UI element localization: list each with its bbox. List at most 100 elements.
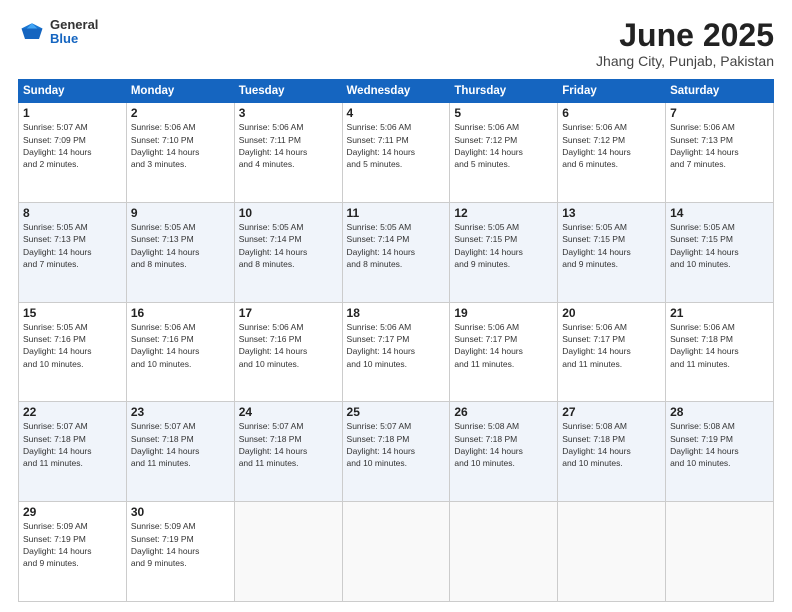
day-number: 16 [131, 306, 230, 320]
cell-28: 28 Sunrise: 5:08 AMSunset: 7:19 PMDaylig… [666, 402, 774, 502]
day-info: Sunrise: 5:08 AMSunset: 7:18 PMDaylight:… [454, 420, 553, 469]
header-row: Sunday Monday Tuesday Wednesday Thursday… [19, 80, 774, 103]
day-number: 11 [347, 206, 446, 220]
cell-7: 7 Sunrise: 5:06 AMSunset: 7:13 PMDayligh… [666, 103, 774, 203]
day-info: Sunrise: 5:07 AMSunset: 7:18 PMDaylight:… [347, 420, 446, 469]
table-row: 1 Sunrise: 5:07 AMSunset: 7:09 PMDayligh… [19, 103, 774, 203]
day-info: Sunrise: 5:07 AMSunset: 7:18 PMDaylight:… [131, 420, 230, 469]
day-number: 18 [347, 306, 446, 320]
day-number: 23 [131, 405, 230, 419]
cell-empty [342, 502, 450, 602]
cell-21: 21 Sunrise: 5:06 AMSunset: 7:18 PMDaylig… [666, 302, 774, 402]
col-thursday: Thursday [450, 80, 558, 103]
cell-20: 20 Sunrise: 5:06 AMSunset: 7:17 PMDaylig… [558, 302, 666, 402]
day-info: Sunrise: 5:06 AMSunset: 7:12 PMDaylight:… [562, 121, 661, 170]
cell-13: 13 Sunrise: 5:05 AMSunset: 7:15 PMDaylig… [558, 202, 666, 302]
day-info: Sunrise: 5:08 AMSunset: 7:19 PMDaylight:… [670, 420, 769, 469]
day-number: 4 [347, 106, 446, 120]
cell-11: 11 Sunrise: 5:05 AMSunset: 7:14 PMDaylig… [342, 202, 450, 302]
cell-4: 4 Sunrise: 5:06 AMSunset: 7:11 PMDayligh… [342, 103, 450, 203]
cell-empty [558, 502, 666, 602]
day-info: Sunrise: 5:06 AMSunset: 7:11 PMDaylight:… [239, 121, 338, 170]
cell-16: 16 Sunrise: 5:06 AMSunset: 7:16 PMDaylig… [126, 302, 234, 402]
day-number: 9 [131, 206, 230, 220]
logo-icon [18, 18, 46, 46]
cell-1: 1 Sunrise: 5:07 AMSunset: 7:09 PMDayligh… [19, 103, 127, 203]
day-number: 22 [23, 405, 122, 419]
day-number: 3 [239, 106, 338, 120]
day-info: Sunrise: 5:06 AMSunset: 7:17 PMDaylight:… [562, 321, 661, 370]
cell-9: 9 Sunrise: 5:05 AMSunset: 7:13 PMDayligh… [126, 202, 234, 302]
day-info: Sunrise: 5:06 AMSunset: 7:16 PMDaylight:… [239, 321, 338, 370]
cell-15: 15 Sunrise: 5:05 AMSunset: 7:16 PMDaylig… [19, 302, 127, 402]
day-number: 2 [131, 106, 230, 120]
month-title: June 2025 [596, 18, 774, 53]
day-info: Sunrise: 5:07 AMSunset: 7:09 PMDaylight:… [23, 121, 122, 170]
cell-25: 25 Sunrise: 5:07 AMSunset: 7:18 PMDaylig… [342, 402, 450, 502]
day-info: Sunrise: 5:05 AMSunset: 7:15 PMDaylight:… [670, 221, 769, 270]
day-number: 27 [562, 405, 661, 419]
cell-6: 6 Sunrise: 5:06 AMSunset: 7:12 PMDayligh… [558, 103, 666, 203]
day-info: Sunrise: 5:06 AMSunset: 7:17 PMDaylight:… [347, 321, 446, 370]
table-row: 29 Sunrise: 5:09 AMSunset: 7:19 PMDaylig… [19, 502, 774, 602]
day-number: 24 [239, 405, 338, 419]
logo: General Blue [18, 18, 98, 47]
day-number: 19 [454, 306, 553, 320]
col-friday: Friday [558, 80, 666, 103]
day-info: Sunrise: 5:09 AMSunset: 7:19 PMDaylight:… [131, 520, 230, 569]
day-info: Sunrise: 5:06 AMSunset: 7:18 PMDaylight:… [670, 321, 769, 370]
cell-8: 8 Sunrise: 5:05 AMSunset: 7:13 PMDayligh… [19, 202, 127, 302]
cell-22: 22 Sunrise: 5:07 AMSunset: 7:18 PMDaylig… [19, 402, 127, 502]
day-info: Sunrise: 5:06 AMSunset: 7:13 PMDaylight:… [670, 121, 769, 170]
cell-empty [450, 502, 558, 602]
cell-3: 3 Sunrise: 5:06 AMSunset: 7:11 PMDayligh… [234, 103, 342, 203]
cell-19: 19 Sunrise: 5:06 AMSunset: 7:17 PMDaylig… [450, 302, 558, 402]
day-number: 30 [131, 505, 230, 519]
header: General Blue June 2025 Jhang City, Punja… [18, 18, 774, 69]
day-info: Sunrise: 5:06 AMSunset: 7:10 PMDaylight:… [131, 121, 230, 170]
logo-blue-label: Blue [50, 32, 98, 46]
day-number: 6 [562, 106, 661, 120]
day-info: Sunrise: 5:06 AMSunset: 7:17 PMDaylight:… [454, 321, 553, 370]
day-info: Sunrise: 5:05 AMSunset: 7:14 PMDaylight:… [347, 221, 446, 270]
day-info: Sunrise: 5:09 AMSunset: 7:19 PMDaylight:… [23, 520, 122, 569]
day-number: 21 [670, 306, 769, 320]
day-number: 25 [347, 405, 446, 419]
col-saturday: Saturday [666, 80, 774, 103]
cell-10: 10 Sunrise: 5:05 AMSunset: 7:14 PMDaylig… [234, 202, 342, 302]
day-number: 17 [239, 306, 338, 320]
cell-23: 23 Sunrise: 5:07 AMSunset: 7:18 PMDaylig… [126, 402, 234, 502]
day-info: Sunrise: 5:05 AMSunset: 7:13 PMDaylight:… [23, 221, 122, 270]
day-info: Sunrise: 5:08 AMSunset: 7:18 PMDaylight:… [562, 420, 661, 469]
cell-5: 5 Sunrise: 5:06 AMSunset: 7:12 PMDayligh… [450, 103, 558, 203]
cell-27: 27 Sunrise: 5:08 AMSunset: 7:18 PMDaylig… [558, 402, 666, 502]
day-info: Sunrise: 5:07 AMSunset: 7:18 PMDaylight:… [239, 420, 338, 469]
cell-empty [666, 502, 774, 602]
day-number: 13 [562, 206, 661, 220]
day-number: 12 [454, 206, 553, 220]
calendar-table: Sunday Monday Tuesday Wednesday Thursday… [18, 79, 774, 602]
cell-2: 2 Sunrise: 5:06 AMSunset: 7:10 PMDayligh… [126, 103, 234, 203]
day-number: 5 [454, 106, 553, 120]
col-monday: Monday [126, 80, 234, 103]
title-block: June 2025 Jhang City, Punjab, Pakistan [596, 18, 774, 69]
day-info: Sunrise: 5:07 AMSunset: 7:18 PMDaylight:… [23, 420, 122, 469]
cell-24: 24 Sunrise: 5:07 AMSunset: 7:18 PMDaylig… [234, 402, 342, 502]
table-row: 15 Sunrise: 5:05 AMSunset: 7:16 PMDaylig… [19, 302, 774, 402]
day-number: 1 [23, 106, 122, 120]
col-tuesday: Tuesday [234, 80, 342, 103]
cell-empty [234, 502, 342, 602]
cell-30: 30 Sunrise: 5:09 AMSunset: 7:19 PMDaylig… [126, 502, 234, 602]
day-number: 7 [670, 106, 769, 120]
day-number: 15 [23, 306, 122, 320]
day-number: 26 [454, 405, 553, 419]
day-info: Sunrise: 5:06 AMSunset: 7:16 PMDaylight:… [131, 321, 230, 370]
cell-12: 12 Sunrise: 5:05 AMSunset: 7:15 PMDaylig… [450, 202, 558, 302]
day-info: Sunrise: 5:06 AMSunset: 7:11 PMDaylight:… [347, 121, 446, 170]
cell-17: 17 Sunrise: 5:06 AMSunset: 7:16 PMDaylig… [234, 302, 342, 402]
day-number: 20 [562, 306, 661, 320]
logo-general-label: General [50, 18, 98, 32]
day-info: Sunrise: 5:05 AMSunset: 7:15 PMDaylight:… [562, 221, 661, 270]
day-info: Sunrise: 5:06 AMSunset: 7:12 PMDaylight:… [454, 121, 553, 170]
day-info: Sunrise: 5:05 AMSunset: 7:15 PMDaylight:… [454, 221, 553, 270]
